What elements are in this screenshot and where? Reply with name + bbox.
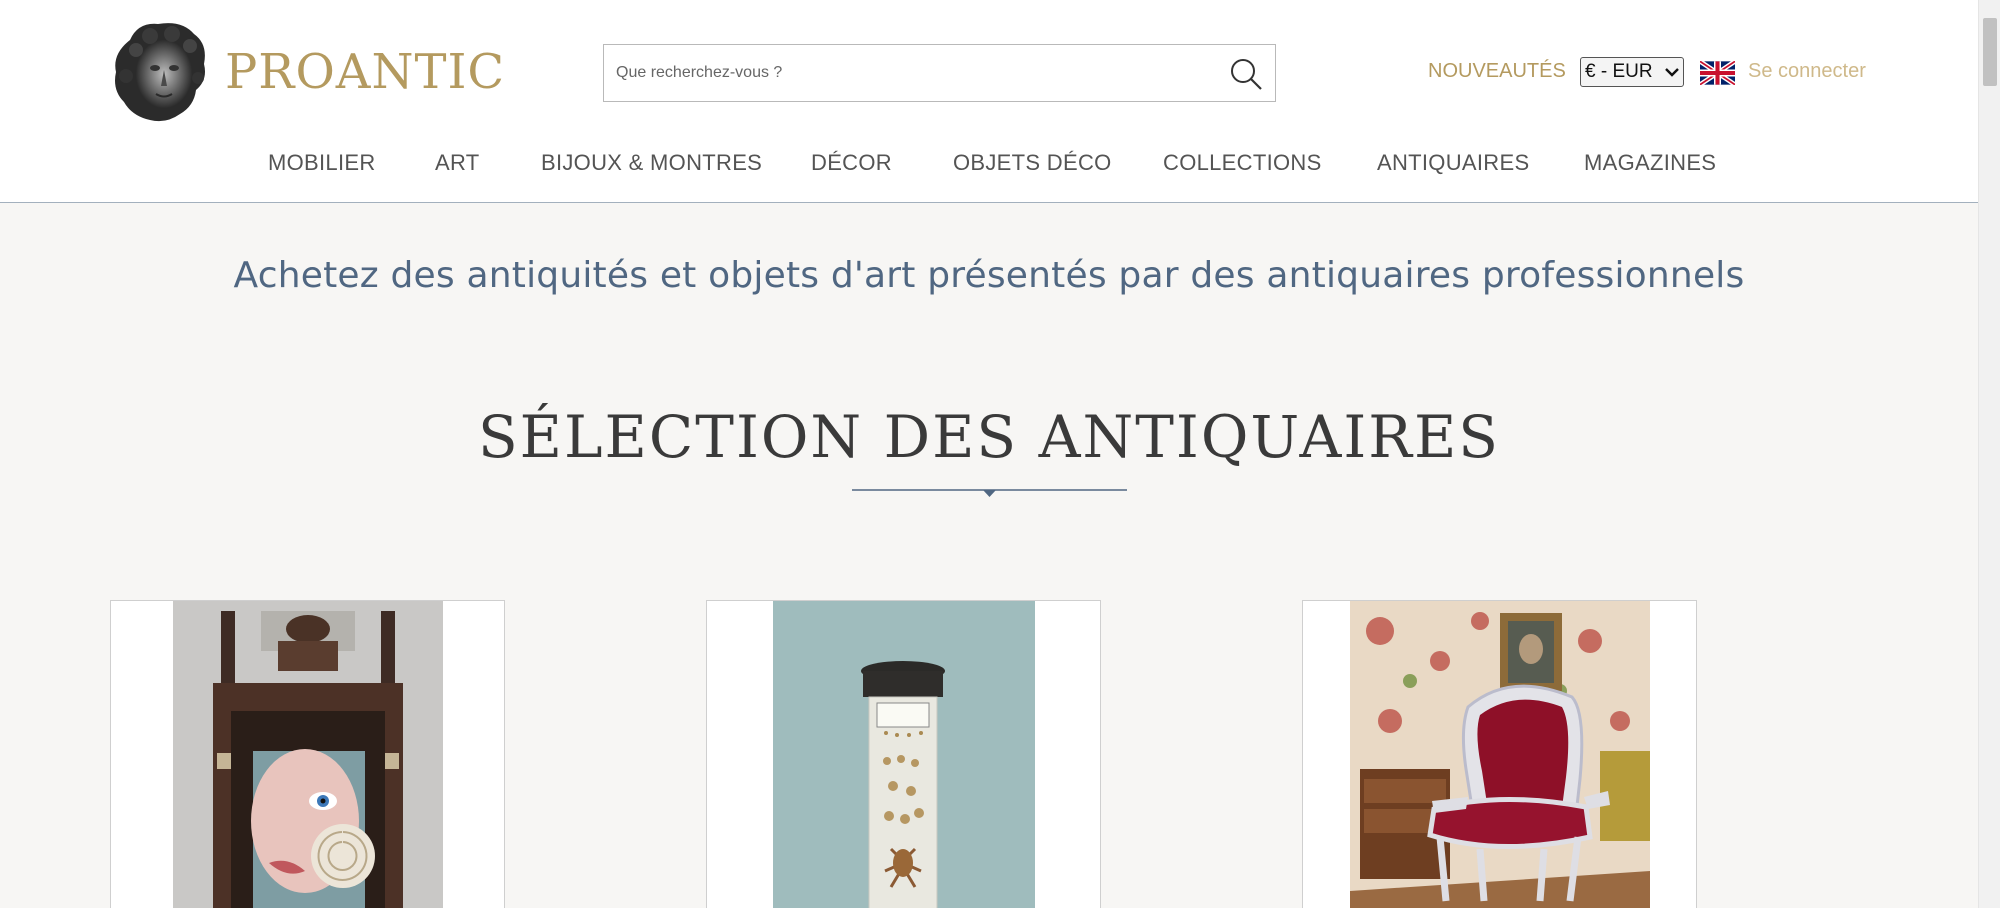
nav-item-decor[interactable]: DÉCOR bbox=[811, 150, 892, 176]
brand-name[interactable]: PROANTIC bbox=[225, 44, 505, 100]
section-divider bbox=[852, 489, 1127, 497]
main-nav: MOBILIER ART BIJOUX & MONTRES DÉCOR OBJE… bbox=[0, 150, 1978, 180]
search-input[interactable] bbox=[616, 45, 1206, 101]
chevron-down-icon bbox=[1665, 68, 1679, 77]
product-image[interactable] bbox=[1350, 601, 1650, 908]
currency-value: € - EUR bbox=[1585, 61, 1653, 82]
product-image[interactable] bbox=[773, 601, 1035, 908]
page-scrollbar[interactable] bbox=[1978, 0, 2000, 908]
page-tagline: Achetez des antiquités et objets d'art p… bbox=[233, 255, 1745, 296]
nav-item-collections[interactable]: COLLECTIONS bbox=[1163, 150, 1322, 176]
site-header: PROANTIC NOUVEAUTÉS € - EUR Se connecter… bbox=[0, 0, 1978, 203]
login-link[interactable]: Se connecter bbox=[1748, 60, 1866, 83]
search-icon bbox=[1231, 59, 1262, 90]
uk-flag-icon[interactable] bbox=[1700, 61, 1735, 85]
product-image[interactable] bbox=[173, 601, 443, 908]
product-card-armchair[interactable] bbox=[1302, 600, 1697, 908]
section-title: SÉLECTION DES ANTIQUAIRES bbox=[477, 403, 1501, 471]
nav-item-bijoux-montres[interactable]: BIJOUX & MONTRES bbox=[541, 150, 762, 176]
search-button[interactable] bbox=[1227, 55, 1265, 93]
nav-item-objets-deco[interactable]: OBJETS DÉCO bbox=[953, 150, 1112, 176]
currency-select[interactable]: € - EUR bbox=[1580, 57, 1684, 87]
product-card-shrine[interactable] bbox=[110, 600, 505, 908]
nav-item-mobilier[interactable]: MOBILIER bbox=[268, 150, 376, 176]
search-bar bbox=[603, 44, 1276, 102]
new-arrivals-link[interactable]: NOUVEAUTÉS bbox=[1428, 60, 1566, 83]
nav-item-magazines[interactable]: MAGAZINES bbox=[1584, 150, 1716, 176]
logo-icon[interactable] bbox=[110, 20, 210, 124]
product-card-specimen-jar[interactable] bbox=[706, 600, 1101, 908]
nav-item-art[interactable]: ART bbox=[435, 150, 480, 176]
nav-item-antiquaires[interactable]: ANTIQUAIRES bbox=[1377, 150, 1529, 176]
scrollbar-thumb[interactable] bbox=[1983, 18, 1997, 86]
